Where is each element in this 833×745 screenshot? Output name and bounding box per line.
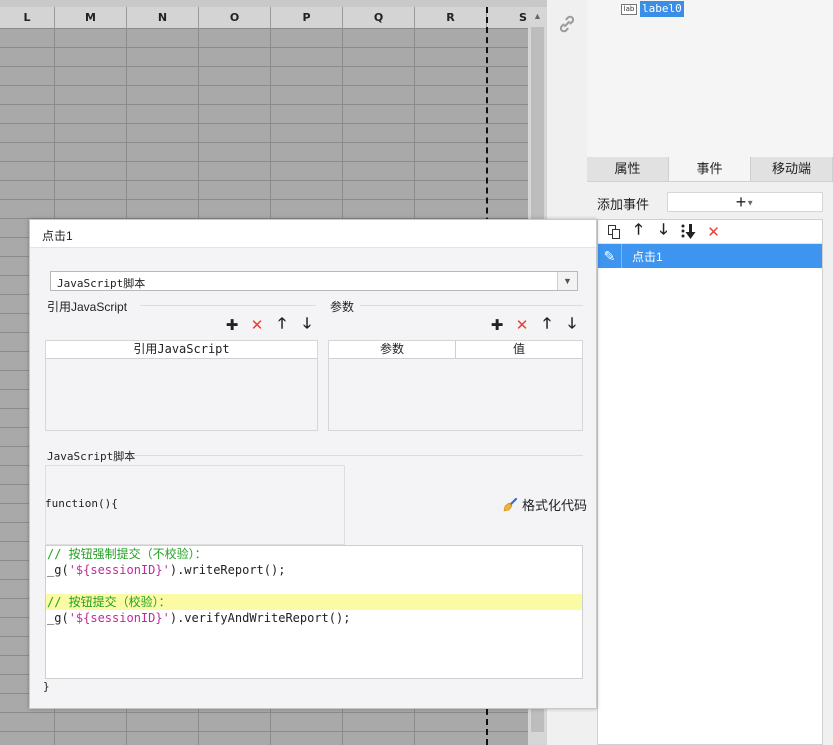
scroll-up-arrow-icon[interactable]: ▲ (528, 7, 547, 25)
format-code-button[interactable]: 格式化代码 (502, 495, 587, 514)
ref-js-toolbar: ✚ ✕ 🡑 🡓 (223, 315, 316, 335)
tree-item-label0[interactable]: lab label0 (621, 1, 684, 17)
add-event-button[interactable]: +▼ (667, 192, 823, 212)
edit-pencil-icon[interactable]: ✎ (598, 244, 622, 268)
event-list: 🡑 🡓 ✕ ✎ 点击1 (597, 219, 823, 745)
script-type-value: JavaScript脚本 (57, 277, 146, 290)
event-edit-dialog: 点击1 JavaScript脚本 ▼ 引用JavaScript ✚ ✕ 🡑 🡓 … (29, 219, 597, 709)
tab-mobile[interactable]: 移动端 (751, 157, 833, 181)
code-token: ).writeReport(); (169, 563, 286, 577)
component-tree: lab label0 (587, 0, 833, 157)
ref-js-section-label: 引用JavaScript (47, 300, 128, 314)
code-line-2: _g('${sessionID}').writeReport(); (46, 562, 582, 578)
event-toolbar: 🡑 🡓 ✕ (598, 220, 822, 244)
delete-icon[interactable]: ✕ (248, 316, 266, 334)
params-section-label: 参数 (330, 300, 355, 314)
right-panel: lab label0 属性 事件 移动端 添加事件 +▼ 🡑 🡓 ✕ ✎ 点击1 (587, 0, 833, 745)
params-table[interactable]: 参数 值 (328, 340, 583, 431)
code-token: _g( (47, 611, 69, 625)
tab-properties[interactable]: 属性 (587, 157, 669, 181)
column-header-n[interactable]: N (127, 7, 199, 29)
column-header-row: L M N O P Q R S (0, 7, 528, 29)
code-line-5: _g('${sessionID}').verifyAndWriteReport(… (46, 610, 582, 626)
add-icon[interactable]: ✚ (488, 316, 506, 334)
chevron-down-icon[interactable]: ▼ (557, 272, 577, 290)
tab-events[interactable]: 事件 (669, 157, 751, 181)
add-icon[interactable]: ✚ (223, 316, 241, 334)
column-header-l[interactable]: L (0, 7, 55, 29)
code-line-4: // 按钮提交（校验）： (46, 594, 582, 610)
value-column-header[interactable]: 值 (456, 341, 582, 358)
code-token: _g( (47, 563, 69, 577)
add-event-row: 添加事件 +▼ (587, 190, 833, 214)
code-string-token: '${sessionID}' (68, 611, 170, 625)
column-header-q[interactable]: Q (343, 7, 415, 29)
delete-icon[interactable]: ✕ (704, 222, 723, 241)
dialog-title-bar: 点击1 (30, 220, 596, 248)
param-column-header[interactable]: 参数 (329, 341, 456, 358)
link-icon[interactable] (555, 12, 579, 36)
code-line-1: // 按钮强制提交（不校验）： (47, 547, 207, 561)
section-divider (360, 305, 583, 306)
params-toolbar: ✚ ✕ 🡑 🡓 (488, 315, 581, 335)
event-name: 点击1 (632, 249, 663, 264)
chevron-down-icon: ▼ (746, 198, 755, 208)
section-divider (140, 305, 316, 306)
ref-js-table[interactable]: 引用JavaScript (45, 340, 318, 431)
params-table-header: 参数 值 (329, 341, 582, 359)
add-event-label: 添加事件 (597, 197, 650, 212)
broom-icon (502, 497, 518, 513)
ref-js-column-header[interactable]: 引用JavaScript (46, 341, 317, 358)
column-header-o[interactable]: O (199, 7, 271, 29)
label-widget-icon: lab (621, 3, 637, 15)
move-to-bottom-icon[interactable] (679, 222, 698, 241)
ref-js-table-header: 引用JavaScript (46, 341, 317, 359)
function-open-text: function(){ (45, 497, 118, 510)
move-down-icon[interactable]: 🡓 (654, 221, 673, 241)
code-token: ).verifyAndWriteReport(); (169, 611, 351, 625)
script-type-select[interactable]: JavaScript脚本 ▼ (50, 271, 578, 291)
event-list-item[interactable]: ✎ 点击1 (598, 244, 822, 268)
dialog-title: 点击1 (42, 229, 73, 243)
copy-icon[interactable] (604, 222, 623, 241)
format-code-label: 格式化代码 (522, 498, 588, 513)
move-up-icon[interactable]: 🡑 (538, 315, 556, 334)
delete-icon[interactable]: ✕ (513, 316, 531, 334)
column-header-p[interactable]: P (271, 7, 343, 29)
move-up-icon[interactable]: 🡑 (273, 315, 291, 334)
column-header-r[interactable]: R (415, 7, 487, 29)
sheet-top-strip (0, 0, 547, 7)
property-tabs: 属性 事件 移动端 (587, 157, 833, 182)
function-close-text: } (43, 680, 50, 693)
script-section-label: JavaScript脚本 (47, 450, 136, 463)
tree-item-label[interactable]: label0 (640, 1, 684, 17)
move-up-icon[interactable]: 🡑 (629, 221, 648, 241)
plus-icon: + (735, 192, 747, 212)
code-editor[interactable]: // 按钮强制提交（不校验）： _g('${sessionID}').write… (45, 545, 583, 679)
code-string-token: '${sessionID}' (68, 563, 170, 577)
move-down-icon[interactable]: 🡓 (298, 315, 316, 334)
column-header-m[interactable]: M (55, 7, 127, 29)
move-down-icon[interactable]: 🡓 (563, 315, 581, 334)
section-divider (133, 455, 583, 456)
